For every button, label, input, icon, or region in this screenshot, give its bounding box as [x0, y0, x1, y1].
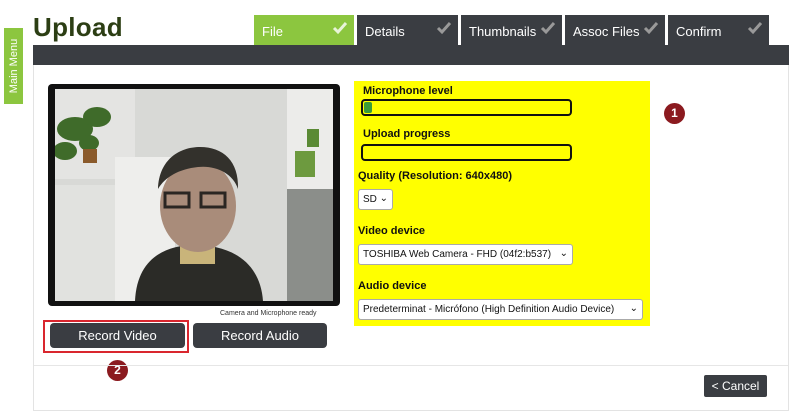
audio-device-value: Predeterminat - Micrófono (High Definiti… — [363, 304, 615, 315]
tab-assoc-files[interactable]: Assoc Files — [565, 15, 665, 45]
highlight-box — [43, 320, 189, 353]
check-icon — [332, 20, 348, 36]
chevron-down-icon: ⌄ — [629, 303, 638, 314]
chevron-down-icon: ⌄ — [559, 248, 568, 259]
cancel-button[interactable]: < Cancel — [704, 375, 767, 397]
record-audio-button[interactable]: Record Audio — [193, 323, 327, 348]
header-bar — [33, 45, 789, 65]
tab-thumbnails-label: Thumbnails — [469, 24, 537, 39]
check-icon — [747, 20, 763, 36]
quality-select[interactable]: SD ⌄ — [358, 189, 393, 210]
divider — [34, 365, 788, 366]
tab-assoc-files-label: Assoc Files — [573, 24, 640, 39]
check-icon — [643, 20, 659, 36]
audio-device-select[interactable]: Predeterminat - Micrófono (High Definiti… — [358, 299, 643, 320]
main-menu-tab[interactable]: Main Menu — [4, 28, 23, 104]
main-menu-label: Main Menu — [7, 38, 20, 94]
tab-details-label: Details — [365, 24, 405, 39]
tab-confirm-label: Confirm — [676, 24, 722, 39]
tab-file[interactable]: File — [254, 15, 354, 45]
video-device-select[interactable]: TOSHIBA Web Camera - FHD (04f2:b537) ⌄ — [358, 244, 573, 265]
tab-file-label: File — [262, 24, 283, 39]
check-icon — [436, 20, 452, 36]
microphone-level-meter — [361, 99, 572, 116]
callout-badge-2: 2 — [107, 360, 128, 381]
tab-confirm[interactable]: Confirm — [668, 15, 769, 45]
audio-device-label: Audio device — [358, 280, 427, 292]
microphone-level-fill — [364, 102, 373, 113]
upload-progress-bar — [361, 144, 572, 161]
upload-progress-label: Upload progress — [363, 128, 451, 140]
tab-thumbnails[interactable]: Thumbnails — [461, 15, 562, 45]
tab-details[interactable]: Details — [357, 15, 458, 45]
check-icon — [540, 20, 556, 36]
quality-value: SD — [363, 194, 377, 205]
quality-label: Quality (Resolution: 640x480) — [358, 170, 513, 182]
chevron-down-icon: ⌄ — [379, 193, 388, 204]
microphone-level-label: Microphone level — [363, 85, 453, 97]
camera-status: Camera and Microphone ready — [220, 310, 317, 317]
video-device-value: TOSHIBA Web Camera - FHD (04f2:b537) — [363, 249, 552, 260]
camera-preview-image — [55, 89, 333, 301]
camera-preview — [55, 89, 333, 301]
page-title: Upload — [33, 12, 123, 42]
callout-badge-1: 1 — [664, 103, 685, 124]
video-device-label: Video device — [358, 225, 426, 237]
